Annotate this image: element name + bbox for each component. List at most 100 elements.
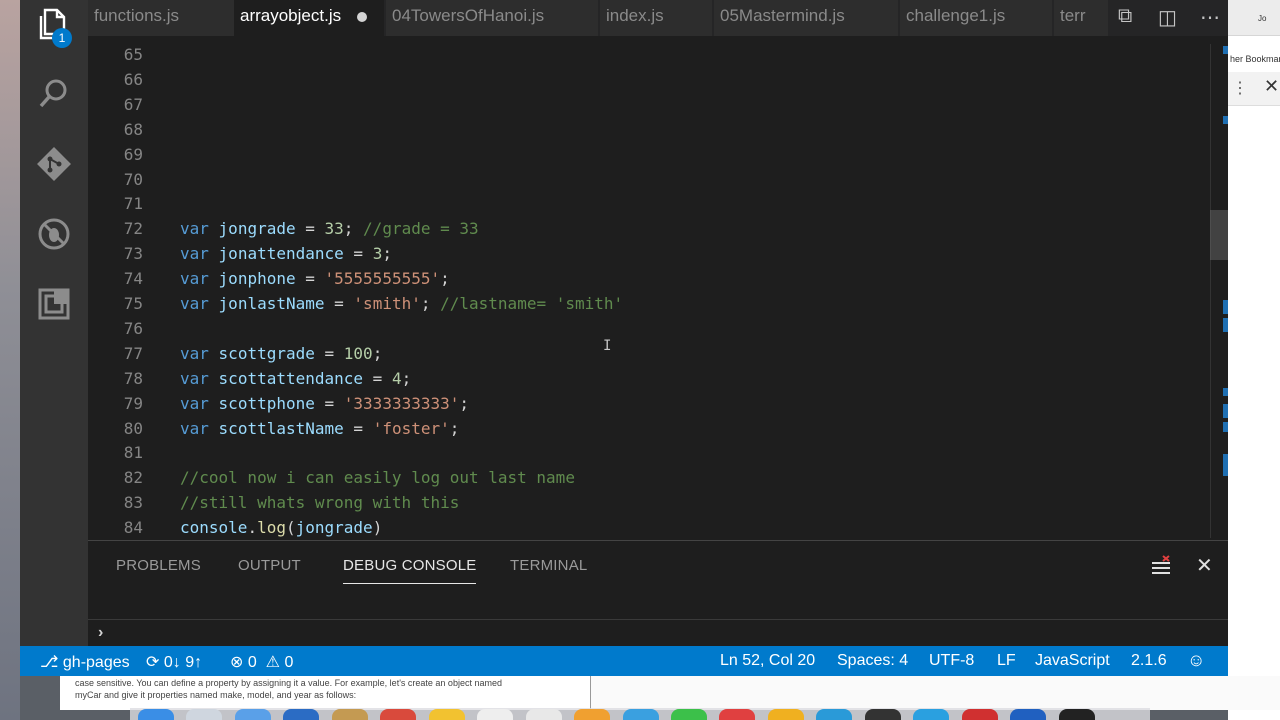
code-line[interactable]: 73 var jonattendance = 3; <box>88 241 1208 266</box>
line-endings[interactable]: LF <box>997 652 1016 670</box>
dock-app-icon[interactable] <box>670 709 707 720</box>
tab-arrayobject[interactable]: arrayobject.js <box>234 0 384 36</box>
open-changes-icon[interactable]: ⧉ <box>1118 5 1132 28</box>
tab-label: challenge1.js <box>906 6 1006 25</box>
dock-app-icon[interactable] <box>1010 709 1047 720</box>
close-panel-icon[interactable]: ✕ <box>1196 553 1213 578</box>
cursor-position[interactable]: Ln 52, Col 20 <box>720 652 815 670</box>
code-line[interactable]: 81 <box>88 440 1208 465</box>
tab-index[interactable]: index.js <box>600 0 712 36</box>
dock-app-icon[interactable] <box>574 709 611 720</box>
code-token: //still whats wrong with this <box>180 493 460 513</box>
code-line[interactable]: 66 <box>88 67 1208 92</box>
code-line[interactable]: 84 console.log(jongrade) <box>88 515 1208 540</box>
panel-tab-terminal[interactable]: TERMINAL <box>510 557 587 574</box>
dock-app-icon[interactable] <box>138 709 174 720</box>
code-token: jongrade <box>295 518 373 538</box>
tab-mastermind[interactable]: 05Mastermind.js <box>714 0 898 36</box>
dock-app-icon[interactable] <box>186 709 223 720</box>
scrollbar-thumb[interactable] <box>1210 210 1228 260</box>
extensions-icon[interactable] <box>36 286 72 322</box>
line-number: 83 <box>123 493 143 513</box>
code-editor[interactable]: I 65 66 67 68 69 70 71 72 var jongrade = 33; //g… <box>88 36 1228 540</box>
panel-tab-debug-console[interactable]: DEBUG CONSOLE <box>343 557 477 584</box>
code-line[interactable]: 72 var jongrade = 33; //grade = 33 <box>88 216 1208 241</box>
dock-app-icon[interactable] <box>1058 709 1095 720</box>
browser-tab-text: Jo <box>1258 14 1267 23</box>
code-line[interactable]: 82 //cool now i can easily log out last n… <box>88 465 1208 490</box>
indentation[interactable]: Spaces: 4 <box>837 652 908 670</box>
language-mode[interactable]: JavaScript <box>1035 652 1110 670</box>
code-token: ; <box>459 393 470 413</box>
overview-ruler-mark <box>1223 404 1228 418</box>
code-line[interactable]: 69 <box>88 142 1208 167</box>
close-icon[interactable]: ✕ <box>1264 76 1279 97</box>
code-token: '3333333333' <box>343 393 460 413</box>
tab-challenge1[interactable]: challenge1.js <box>900 0 1052 36</box>
code-token: var <box>180 418 209 438</box>
dock-app-icon[interactable] <box>477 709 514 720</box>
code-line[interactable]: 67 <box>88 92 1208 117</box>
code-line[interactable]: 65 <box>88 42 1208 67</box>
code-line[interactable]: 78 var scottattendance = 4; <box>88 366 1208 391</box>
code-line[interactable]: 79 var scottphone = '3333333333'; <box>88 391 1208 416</box>
tab-functions[interactable]: functions.js <box>88 0 234 36</box>
code-token: ; <box>420 294 441 313</box>
dock-app-icon[interactable] <box>816 709 853 720</box>
code-text: var scottattendance = 4; <box>180 366 411 391</box>
code-line[interactable]: 70 <box>88 167 1208 192</box>
problems-indicator[interactable]: ⊗ 0 ⚠ 0 <box>230 652 293 672</box>
code-token: '5555555555' <box>324 269 441 289</box>
tab-terminal[interactable]: terr <box>1054 0 1114 36</box>
dock-app-icon[interactable] <box>961 709 998 720</box>
dock <box>130 708 1150 720</box>
sync-indicator[interactable]: ⟳ 0↓ 9↑ <box>146 652 202 672</box>
code-token: jonlastName <box>218 294 325 313</box>
code-token: = <box>314 343 344 363</box>
code-token: = <box>295 219 325 239</box>
dock-app-icon[interactable] <box>380 709 417 720</box>
code-line[interactable]: 80 var scottlastName = 'foster'; <box>88 416 1208 441</box>
feedback-smiley-icon[interactable]: ☺ <box>1187 650 1205 671</box>
code-line[interactable]: 68 <box>88 117 1208 142</box>
more-icon[interactable]: ⋮ <box>1232 78 1248 98</box>
dock-app-icon[interactable] <box>622 709 659 720</box>
dock-app-icon[interactable] <box>719 709 756 720</box>
tab-label: terr <box>1060 6 1086 25</box>
dock-app-icon[interactable] <box>234 709 271 720</box>
dock-app-icon[interactable] <box>767 709 804 720</box>
dock-app-icon[interactable] <box>428 709 465 720</box>
git-icon[interactable] <box>36 146 72 182</box>
debug-icon[interactable] <box>36 216 72 252</box>
unsaved-dot-icon[interactable] <box>357 11 368 22</box>
clear-console-icon[interactable] <box>1150 555 1172 577</box>
line-number: 79 <box>123 393 143 413</box>
split-editor-icon[interactable]: ◫ <box>1158 5 1177 30</box>
code-line[interactable]: 76 <box>88 316 1208 341</box>
panel-tab-problems[interactable]: PROBLEMS <box>116 557 201 574</box>
code-token: var <box>180 368 209 388</box>
code-line[interactable]: 75 var jonlastName = 'smith'; //lastname=… <box>88 291 1208 316</box>
code-line[interactable]: 77 var scottgrade = 100; <box>88 341 1208 366</box>
code-token: 'foster' <box>372 418 450 438</box>
debug-console-input[interactable]: › <box>88 619 1228 647</box>
dock-app-icon[interactable] <box>913 709 950 720</box>
version[interactable]: 2.1.6 <box>1131 652 1167 670</box>
code-token: ; <box>440 269 450 289</box>
dock-app-icon[interactable] <box>525 709 562 720</box>
dock-app-icon[interactable] <box>283 709 320 720</box>
code-token: scottattendance <box>218 368 364 388</box>
panel-tab-output[interactable]: OUTPUT <box>238 557 301 574</box>
code-line[interactable]: 71 <box>88 191 1208 216</box>
search-icon[interactable] <box>36 76 72 112</box>
branch-indicator[interactable]: ⎇ gh-pages <box>40 652 130 672</box>
code-line[interactable]: 83 //still whats wrong with this <box>88 490 1208 515</box>
encoding[interactable]: UTF-8 <box>929 652 974 670</box>
code-line[interactable]: 74 var jonphone = '5555555555'; <box>88 266 1208 291</box>
background-panel <box>590 676 1280 710</box>
tab-towers-of-hanoi[interactable]: 04TowersOfHanoi.js <box>386 0 598 36</box>
dock-app-icon[interactable] <box>864 709 901 720</box>
dock-app-icon[interactable] <box>331 709 368 720</box>
more-actions-icon[interactable]: ⋯ <box>1200 5 1220 30</box>
